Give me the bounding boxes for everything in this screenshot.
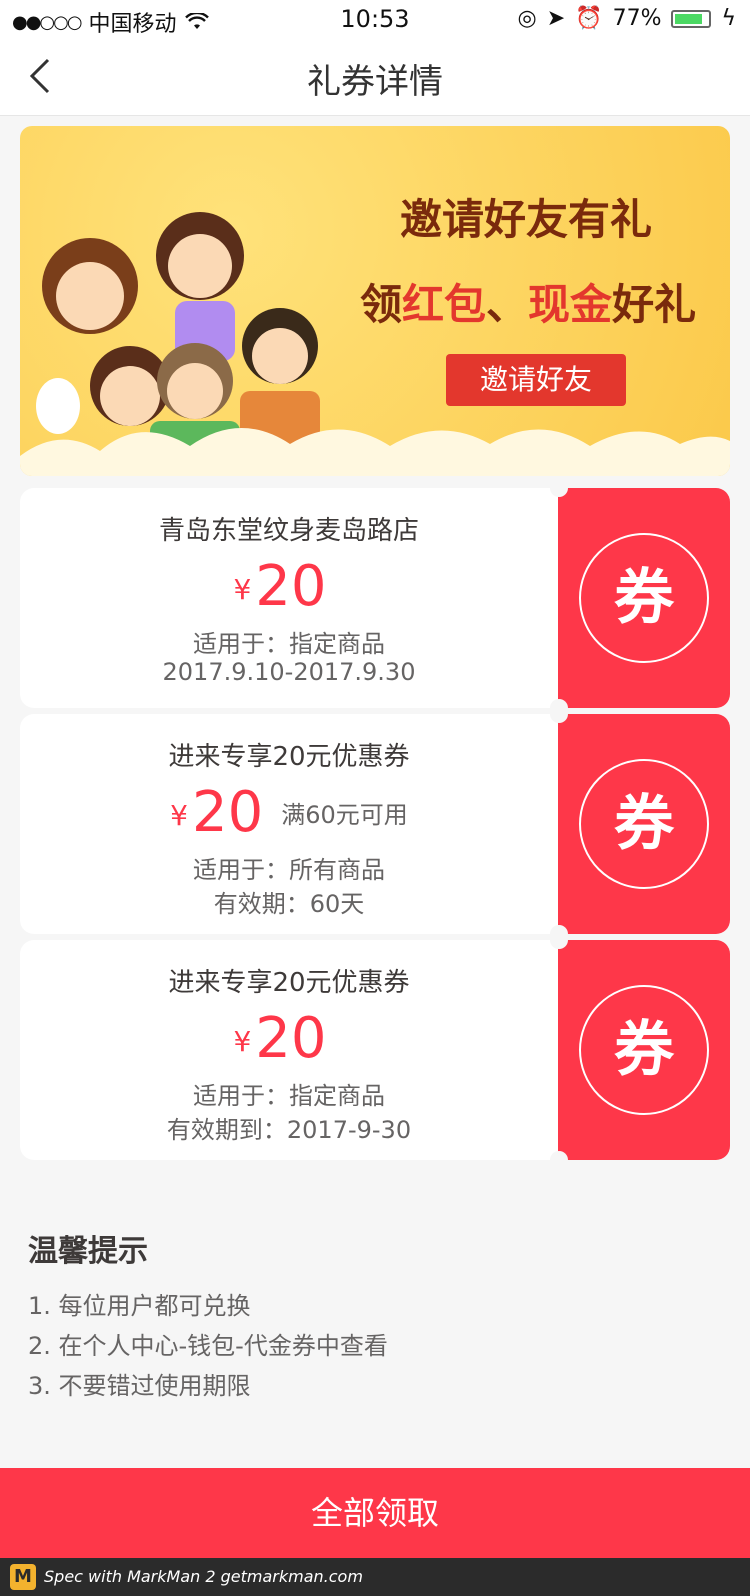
coupon-notch <box>550 479 568 497</box>
cloud-decoration <box>20 427 730 476</box>
coupon-price: ¥20 <box>20 1006 558 1071</box>
nav-bar: 礼券详情 <box>0 40 750 116</box>
coupon-amount: 20 <box>192 780 264 845</box>
page-title: 礼券详情 <box>307 62 443 102</box>
invite-banner[interactable]: 邀请好友有礼 领红包、现金好礼 邀请好友 <box>20 126 730 476</box>
banner-headline: 邀请好友有礼 <box>400 195 653 244</box>
status-right: ◎ ➤ ⏰ 77% ϟ <box>518 6 736 31</box>
coupon-scope: 适用于：指定商品 <box>193 630 385 658</box>
coupon-validity: 有效期到：2017-9-30 <box>166 1116 412 1144</box>
coupon-condition: 满60元可用 <box>281 801 408 829</box>
tips-title: 温馨提示 <box>28 1234 148 1269</box>
coupon-card[interactable]: 青岛东堂纹身麦岛路店 ¥20 适用于：指定商品 2017.9.10-2017.9… <box>20 479 730 717</box>
coupon-card[interactable]: 进来专享20元优惠券 ¥20 满60元可用 适用于：所有商品 有效期：60天 券 <box>20 705 730 943</box>
coupon-price: ¥20 满60元可用 <box>20 780 558 845</box>
coupon-price: ¥20 <box>20 554 558 619</box>
markman-logo-icon: M <box>10 1564 36 1590</box>
tip-item: 1. 每位用户都可兑换 <box>28 1292 251 1320</box>
markman-footer: M Spec with MarkMan 2 getmarkman.com <box>0 1558 750 1596</box>
coupon-body: 进来专享20元优惠券 ¥20 满60元可用 适用于：所有商品 有效期：60天 <box>20 714 558 934</box>
claim-all-button[interactable]: 全部领取 <box>0 1468 750 1558</box>
coupon-name: 进来专享20元优惠券 <box>168 968 410 998</box>
alarm-icon: ⏰ <box>575 6 603 31</box>
coupon-card[interactable]: 进来专享20元优惠券 ¥20 适用于：指定商品 有效期到：2017-9-30 券 <box>20 931 730 1169</box>
currency-symbol: ¥ <box>170 799 188 832</box>
tip-item: 3. 不要错过使用期限 <box>28 1372 251 1400</box>
coupon-name: 青岛东堂纹身麦岛路店 <box>158 516 419 546</box>
invite-friends-button[interactable]: 邀请好友 <box>446 354 626 406</box>
coupon-badge: 券 <box>579 759 709 889</box>
lock-rotation-icon: ◎ <box>517 6 537 31</box>
battery-percent: 77% <box>612 6 662 31</box>
coupon-name: 进来专享20元优惠券 <box>168 742 410 772</box>
banner-subline: 领红包、现金好礼 <box>360 280 697 329</box>
coupon-notch <box>550 1151 568 1169</box>
coupon-badge: 券 <box>579 985 709 1115</box>
coupon-scope: 适用于：指定商品 <box>193 1082 385 1110</box>
coupon-notch <box>550 931 568 949</box>
currency-symbol: ¥ <box>233 573 252 606</box>
coupon-validity: 有效期：60天 <box>213 890 365 918</box>
coupon-notch <box>550 705 568 723</box>
currency-symbol: ¥ <box>233 1025 252 1058</box>
coupon-amount: 20 <box>255 1006 327 1071</box>
coupon-stub[interactable]: 券 <box>558 488 730 708</box>
coupon-body: 青岛东堂纹身麦岛路店 ¥20 适用于：指定商品 2017.9.10-2017.9… <box>20 488 558 708</box>
coupon-scope: 适用于：所有商品 <box>193 856 385 884</box>
coupon-stub[interactable]: 券 <box>558 714 730 934</box>
charging-icon: ϟ <box>721 6 736 31</box>
footer-text: Spec with MarkMan 2 getmarkman.com <box>44 1567 363 1586</box>
status-bar: ●●○○○ 中国移动 10:53 ◎ ➤ ⏰ 77% ϟ <box>0 0 750 40</box>
coupon-badge: 券 <box>579 533 709 663</box>
tip-item: 2. 在个人中心-钱包-代金券中查看 <box>28 1332 388 1360</box>
location-icon: ➤ <box>546 6 566 31</box>
coupon-body: 进来专享20元优惠券 ¥20 适用于：指定商品 有效期到：2017-9-30 <box>20 940 558 1160</box>
coupon-stub[interactable]: 券 <box>558 940 730 1160</box>
battery-icon <box>671 9 712 28</box>
coupon-amount: 20 <box>255 554 327 619</box>
coupon-validity: 2017.9.10-2017.9.30 <box>162 658 416 686</box>
